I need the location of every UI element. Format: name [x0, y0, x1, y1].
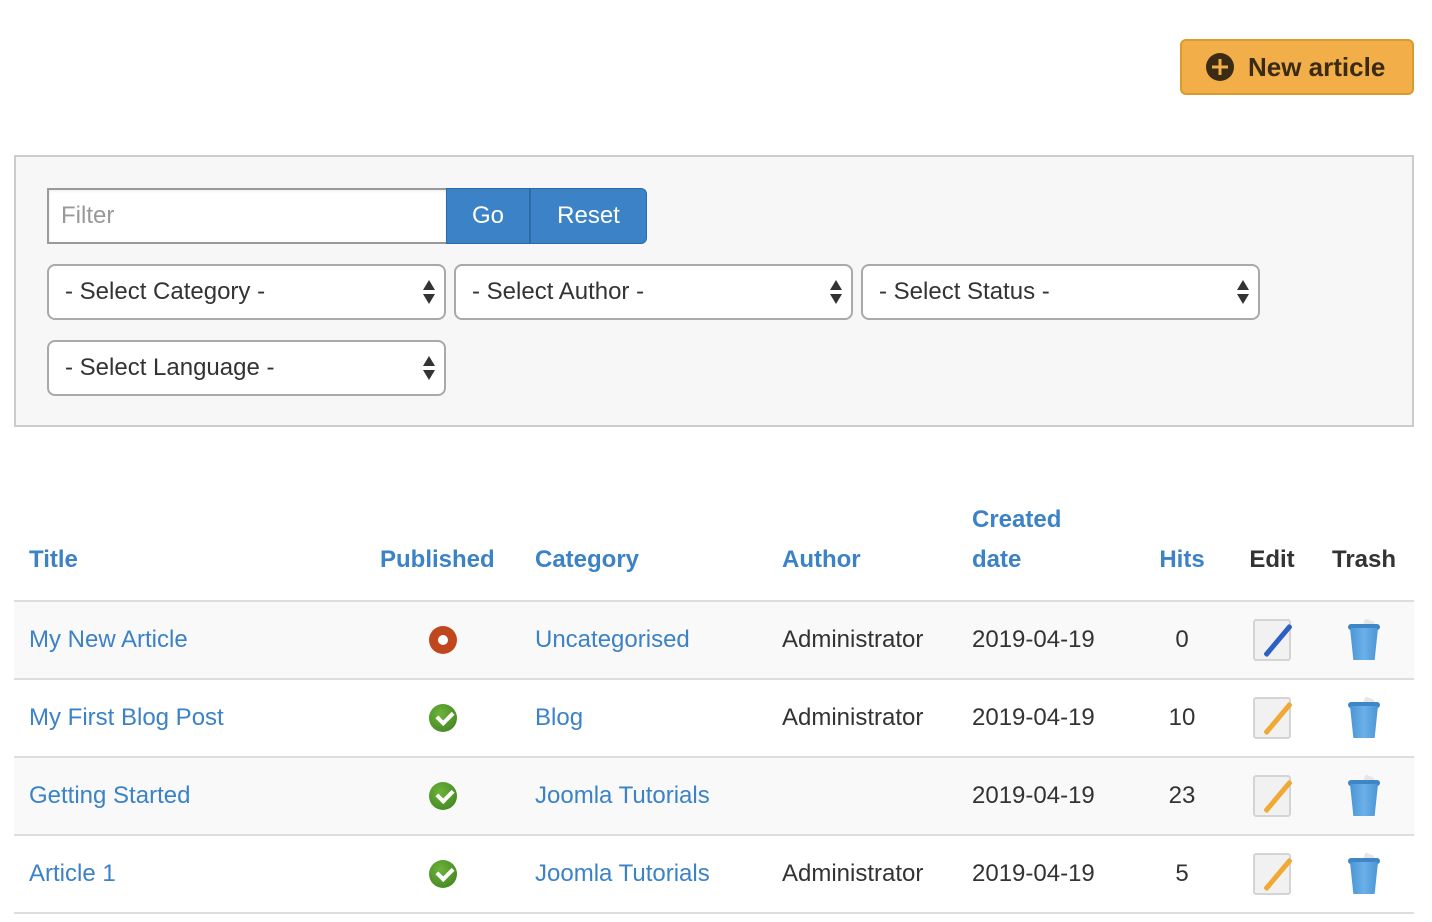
article-title-link[interactable]: My New Article [29, 626, 188, 653]
plus-circle-icon [1206, 53, 1234, 81]
select-arrows-icon [422, 279, 436, 305]
trash-icon[interactable] [1348, 696, 1380, 738]
articles-table: Title Published Category Author Created … [14, 500, 1414, 914]
header-trash: Trash [1314, 500, 1414, 602]
author-select[interactable]: - Select Author - [454, 264, 853, 320]
trash-icon[interactable] [1348, 852, 1380, 894]
cell-hits: 5 [1134, 835, 1230, 914]
cell-trash [1314, 757, 1414, 836]
select-arrows-icon [1236, 279, 1250, 305]
header-edit: Edit [1230, 500, 1314, 602]
cell-author [767, 757, 957, 836]
cell-author: Administrator [767, 835, 957, 914]
header-category[interactable]: Category [520, 500, 767, 602]
pencil-icon [1263, 779, 1293, 814]
cell-edit [1230, 757, 1314, 836]
header-published[interactable]: Published [365, 500, 520, 602]
new-article-button[interactable]: New article [1180, 39, 1414, 95]
cell-title: My New Article [14, 601, 365, 680]
published-icon[interactable] [428, 704, 457, 733]
cell-created-date: 2019-04-19 [957, 835, 1134, 914]
language-select[interactable]: - Select Language - [47, 340, 446, 396]
search-group: Go Reset [47, 188, 647, 244]
cell-edit [1230, 835, 1314, 914]
header-author[interactable]: Author [767, 500, 957, 602]
pencil-icon [1263, 857, 1293, 892]
trash-icon[interactable] [1348, 774, 1380, 816]
cell-edit [1230, 679, 1314, 758]
edit-icon[interactable] [1253, 853, 1293, 895]
table-row: Getting Started Joomla Tutorials 2019-04-1… [14, 757, 1414, 836]
category-select[interactable]: - Select Category - [47, 264, 446, 320]
cell-hits: 23 [1134, 757, 1230, 836]
toolbar: New article [1180, 39, 1414, 95]
filter-input[interactable] [47, 188, 446, 244]
trash-icon[interactable] [1348, 618, 1380, 660]
cell-category: Joomla Tutorials [520, 835, 767, 914]
pencil-icon [1263, 701, 1293, 736]
trash-bin [1350, 628, 1378, 660]
cell-trash [1314, 679, 1414, 758]
cell-edit [1230, 601, 1314, 680]
trash-bin [1350, 862, 1378, 894]
article-title-link[interactable]: My First Blog Post [29, 704, 224, 731]
trash-bin [1350, 784, 1378, 816]
language-select-value: - Select Language - [65, 354, 275, 381]
cell-author: Administrator [767, 679, 957, 758]
edit-icon[interactable] [1253, 619, 1293, 661]
table-row: My New Article Uncategorised Administrator… [14, 601, 1414, 680]
pencil-icon [1263, 623, 1293, 658]
cell-created-date: 2019-04-19 [957, 679, 1134, 758]
cell-category: Joomla Tutorials [520, 757, 767, 836]
category-link[interactable]: Uncategorised [535, 626, 690, 653]
cell-title: My First Blog Post [14, 679, 365, 758]
header-title[interactable]: Title [14, 500, 365, 602]
published-icon[interactable] [428, 782, 457, 811]
go-button[interactable]: Go [446, 188, 530, 244]
article-title-link[interactable]: Getting Started [29, 782, 190, 809]
cell-category: Uncategorised [520, 601, 767, 680]
table-row: My First Blog Post Blog Administrator 2019-… [14, 679, 1414, 758]
edit-icon[interactable] [1253, 775, 1293, 817]
category-link[interactable]: Blog [535, 704, 583, 731]
header-hits[interactable]: Hits [1134, 500, 1230, 602]
table-header-row: Title Published Category Author Created … [14, 500, 1414, 602]
cell-hits: 0 [1134, 601, 1230, 680]
select-arrows-icon [829, 279, 843, 305]
reset-button[interactable]: Reset [530, 188, 647, 244]
category-select-value: - Select Category - [65, 278, 266, 305]
edit-icon[interactable] [1253, 697, 1293, 739]
cell-title: Getting Started [14, 757, 365, 836]
published-icon[interactable] [428, 860, 457, 889]
cell-published [365, 601, 520, 680]
select-arrows-icon [422, 355, 436, 381]
article-title-link[interactable]: Article 1 [29, 860, 116, 887]
status-select[interactable]: - Select Status - [861, 264, 1260, 320]
category-link[interactable]: Joomla Tutorials [535, 860, 710, 887]
category-link[interactable]: Joomla Tutorials [535, 782, 710, 809]
cell-trash [1314, 835, 1414, 914]
header-created-date[interactable]: Created date [957, 500, 1134, 602]
trash-bin [1350, 706, 1378, 738]
cell-category: Blog [520, 679, 767, 758]
author-select-value: - Select Author - [472, 278, 645, 305]
cell-created-date: 2019-04-19 [957, 601, 1134, 680]
status-select-value: - Select Status - [879, 278, 1050, 305]
filter-panel: Go Reset - Select Category - - Select Au… [14, 155, 1414, 427]
new-article-label: New article [1248, 51, 1386, 82]
cell-published [365, 757, 520, 836]
cell-created-date: 2019-04-19 [957, 757, 1134, 836]
cell-title: Article 1 [14, 835, 365, 914]
unpublished-icon[interactable] [428, 626, 457, 655]
cell-published [365, 679, 520, 758]
cell-trash [1314, 601, 1414, 680]
cell-published [365, 835, 520, 914]
cell-author: Administrator [767, 601, 957, 680]
table-row: Article 1 Joomla Tutorials Administrator 20… [14, 835, 1414, 914]
cell-hits: 10 [1134, 679, 1230, 758]
